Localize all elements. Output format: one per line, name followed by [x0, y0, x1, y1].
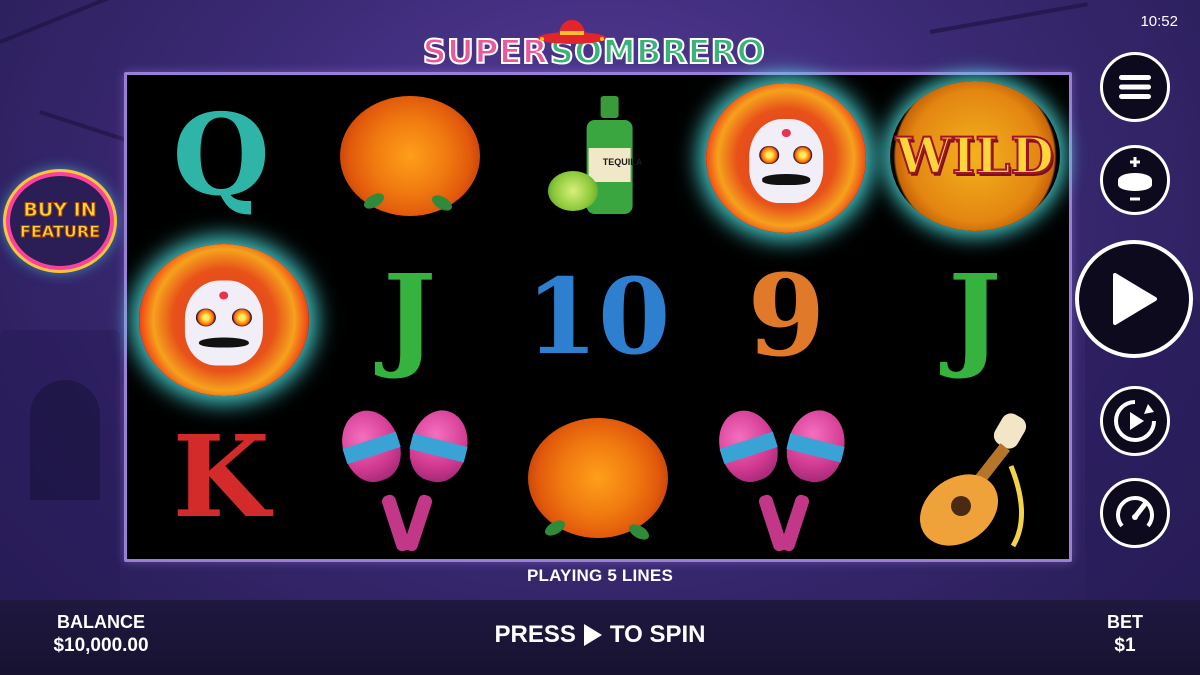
to-spin-label: TO SPIN — [609, 621, 706, 648]
playing-lines-text: PLAYING 5 LINES — [527, 566, 673, 585]
symbol-marigold — [315, 75, 503, 236]
play-triangle-icon — [583, 624, 602, 646]
sombrero-icon — [538, 20, 606, 44]
bet-adjust-button[interactable] — [1100, 145, 1170, 215]
wild-text: WILD — [895, 125, 1055, 186]
symbol-j: J — [315, 236, 503, 397]
skull-sombrero-icon — [139, 244, 309, 397]
speed-gauge-icon — [1116, 496, 1154, 528]
lime-icon — [547, 171, 598, 211]
symbol-10: 10 — [504, 236, 692, 397]
symbol-k: K — [127, 398, 315, 559]
symbol-10-letter: 10 — [525, 254, 671, 378]
press-label: PRESS — [494, 621, 576, 648]
maracas-icon — [315, 398, 503, 559]
symbol-9: 9 — [692, 236, 880, 397]
clock: 10:52 — [1140, 13, 1178, 30]
symbol-marigold — [504, 398, 692, 559]
symbol-j: J — [881, 236, 1069, 397]
tequila-label: TEQUILA — [602, 157, 643, 167]
turbo-speed-button[interactable] — [1100, 478, 1170, 548]
menu-button[interactable] — [1100, 52, 1170, 122]
buy-in-label: BUY IN — [23, 199, 97, 222]
autoplay-icon — [1114, 400, 1156, 442]
reel-grid: Q TEQUILA WILD J 10 9 J K — [124, 72, 1072, 562]
coin-stake-icon — [1118, 157, 1152, 201]
marigold-icon — [527, 418, 668, 539]
bet-label: BET — [1107, 612, 1143, 632]
feature-label: FEATURE — [19, 222, 101, 242]
symbol-tequila: TEQUILA — [504, 75, 692, 236]
symbol-j-letter: J — [948, 250, 1002, 382]
symbol-k-letter: K — [172, 412, 270, 544]
symbol-j-letter: J — [383, 250, 437, 382]
play-icon — [1113, 273, 1157, 325]
maracas-icon — [692, 398, 880, 559]
marigold-icon — [339, 95, 480, 216]
game-logo: SUPER SOMBRERO — [418, 20, 770, 76]
autoplay-button[interactable] — [1100, 386, 1170, 456]
wild-sun-icon: WILD — [889, 80, 1060, 231]
logo-super-text: SUPER — [422, 31, 549, 72]
symbol-skull-wild — [692, 75, 880, 236]
press-to-spin-prompt: PRESS TO SPIN — [0, 621, 1200, 649]
symbol-skull-wild — [127, 236, 315, 397]
symbol-guitar — [881, 398, 1069, 559]
symbol-wild: WILD — [881, 75, 1069, 236]
symbol-9-letter: 9 — [747, 250, 826, 382]
menu-icon — [1119, 75, 1151, 99]
bet-display: BET $1 — [1100, 612, 1150, 657]
symbol-q-letter: Q — [172, 89, 270, 221]
bet-value: $1 — [1114, 635, 1136, 656]
symbol-q: Q — [127, 75, 315, 236]
guitar-icon — [919, 413, 1026, 547]
symbol-maracas — [692, 398, 880, 559]
skull-sombrero-icon — [706, 83, 867, 233]
symbol-maracas — [315, 398, 503, 559]
buy-in-feature-button[interactable]: BUY IN FEATURE — [10, 176, 110, 266]
spin-button[interactable] — [1075, 240, 1193, 358]
